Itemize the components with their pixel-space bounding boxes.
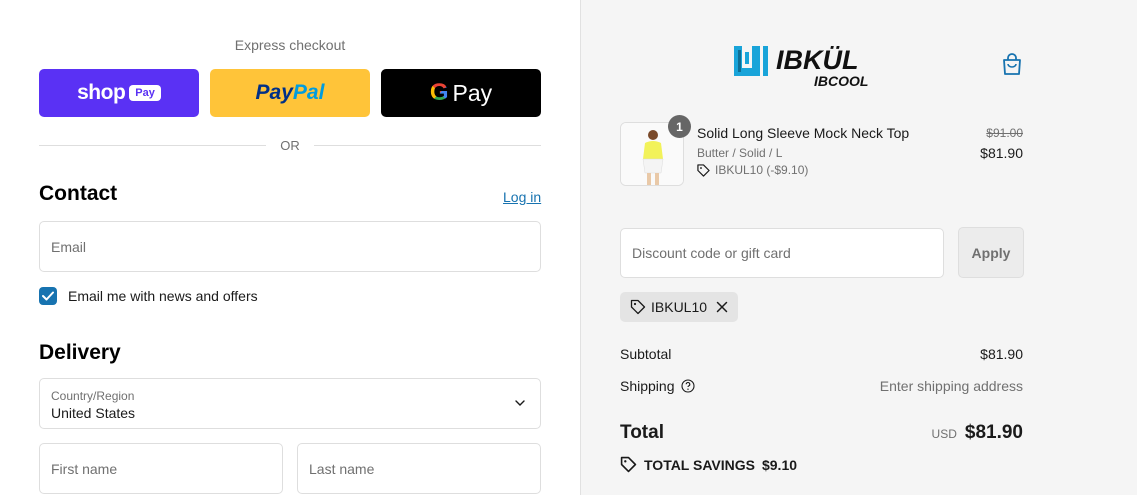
divider-line — [313, 144, 541, 146]
discounted-price: $81.90 — [980, 145, 1023, 161]
email-placeholder: Email — [51, 238, 87, 255]
total-currency: USD — [931, 427, 957, 441]
brand-logo[interactable]: IBKÜL IBCOOL — [732, 38, 912, 88]
savings-value: $9.10 — [761, 456, 798, 473]
product-discount-text: IBKUL10 (-$9.10) — [715, 163, 809, 177]
first-name-placeholder: First name — [51, 460, 118, 477]
checkmark-icon — [42, 291, 54, 301]
paypal-logo-part2: Pal — [292, 81, 325, 104]
brand-mark-icon — [734, 46, 768, 76]
or-text: OR — [280, 137, 300, 153]
total-savings: TOTAL SAVINGS $9.10 — [620, 456, 797, 473]
chevron-down-icon — [515, 400, 525, 406]
login-link[interactable]: Log in — [503, 189, 541, 205]
google-g-icon: G — [429, 79, 449, 106]
email-field[interactable]: Email — [39, 221, 541, 272]
checkout-form-panel: Express checkout shop Pay PayPal G Pay O… — [0, 0, 580, 495]
order-summary-panel: IBKÜL IBCOOL 1 Solid Long Sleeve Mock Ne… — [580, 0, 1137, 495]
or-divider: OR — [39, 136, 541, 154]
contact-title: Contact — [39, 182, 118, 205]
savings-label: TOTAL SAVINGS — [644, 456, 755, 473]
subtotal-value: $81.90 — [980, 346, 1023, 362]
total-label: Total — [620, 422, 664, 443]
google-pay-text: Pay — [452, 79, 493, 106]
discount-code-input[interactable]: Discount code or gift card — [620, 228, 944, 278]
shop-pay-logo-text: shop — [77, 81, 126, 104]
divider-line — [39, 144, 267, 146]
newsletter-option[interactable]: Email me with news and offers — [39, 287, 258, 305]
paypal-logo-part1: Pay — [255, 81, 293, 104]
tag-icon — [620, 456, 637, 473]
product-variant: Butter / Solid / L — [697, 146, 783, 160]
shopping-bag-icon[interactable] — [1001, 52, 1023, 76]
shop-pay-badge: Pay — [129, 85, 161, 101]
subtotal-label: Subtotal — [620, 346, 672, 362]
product-title: Solid Long Sleeve Mock Neck Top — [697, 125, 910, 141]
shop-pay-button[interactable]: shop Pay — [39, 69, 199, 117]
applied-code-text: IBKUL10 — [651, 299, 708, 315]
google-pay-button[interactable]: G Pay — [381, 69, 541, 117]
shipping-label: Shipping — [620, 378, 675, 394]
express-checkout-label: Express checkout — [234, 37, 346, 53]
newsletter-label: Email me with news and offers — [68, 288, 258, 304]
shipping-label-row: Shipping — [620, 378, 695, 394]
country-value: United States — [51, 405, 136, 421]
tag-icon — [697, 163, 710, 177]
tag-icon — [630, 299, 646, 315]
quantity-badge: 1 — [668, 115, 691, 138]
applied-discount-chip: IBKUL10 — [620, 292, 739, 322]
original-price: $91.00 — [986, 126, 1023, 140]
paypal-logo: PayPal — [256, 81, 325, 105]
shipping-value: Enter shipping address — [879, 378, 1023, 394]
first-name-field[interactable]: First name — [39, 443, 283, 494]
last-name-placeholder: Last name — [309, 460, 375, 477]
delivery-title: Delivery — [39, 341, 121, 364]
brand-name-text: IBKÜL — [776, 45, 859, 75]
product-discount: IBKUL10 (-$9.10) — [697, 163, 808, 177]
country-select[interactable]: Country/Region United States — [39, 378, 541, 429]
country-label: Country/Region — [51, 389, 135, 403]
newsletter-checkbox[interactable] — [39, 287, 57, 305]
total-value: $81.90 — [964, 422, 1023, 443]
paypal-button[interactable]: PayPal — [210, 69, 370, 117]
google-pay-logo: G Pay — [430, 79, 492, 107]
close-icon[interactable] — [716, 301, 728, 313]
discount-placeholder: Discount code or gift card — [632, 245, 791, 261]
last-name-field[interactable]: Last name — [297, 443, 541, 494]
apply-button[interactable]: Apply — [958, 227, 1024, 278]
help-icon[interactable] — [680, 379, 695, 393]
total-amount: USD $81.90 — [932, 422, 1023, 444]
brand-subname-text: IBCOOL — [814, 73, 868, 88]
